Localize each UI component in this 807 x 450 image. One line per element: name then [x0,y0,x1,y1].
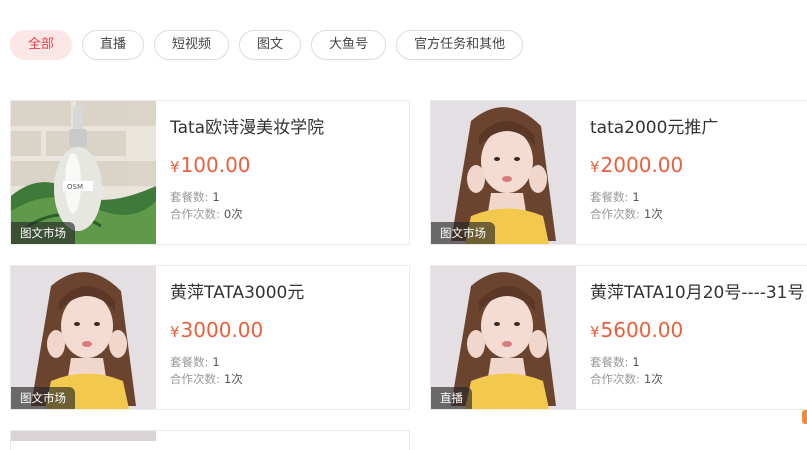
filter-short-video[interactable]: 短视频 [154,30,230,60]
product-card-partial[interactable] [10,430,410,450]
cooperation-count: 合作次数: 1次 [170,371,243,387]
card-title[interactable]: tata2000元推广 [590,113,718,138]
card-price: ¥100.00 [170,153,251,177]
cooperation-count-label: 合作次数: [170,207,220,221]
package-count-label: 套餐数: [590,355,629,369]
package-count-label: 套餐数: [170,355,209,369]
product-image: 图文市场 [11,266,156,409]
filter-official-tasks[interactable]: 官方任务和其他 [396,30,524,60]
package-count: 套餐数: 1 [590,189,640,205]
card-title[interactable]: 黄萍TATA10月20号----31号 [590,278,805,303]
channel-tag: 图文市场 [11,222,75,244]
filter-bar: 全部 直播 短视频 图文 大鱼号 官方任务和其他 [10,30,524,60]
cooperation-count-value: 1次 [223,372,243,386]
currency-symbol: ¥ [590,158,600,176]
cooperation-count-value: 1次 [643,207,663,221]
cooperation-count-value: 1次 [643,372,663,386]
price-value: 2000.00 [600,153,684,177]
price-value: 100.00 [180,153,251,177]
svg-text:OSM: OSM [67,183,83,191]
floating-widget-icon[interactable] [802,410,807,424]
product-image: 直播 [431,266,576,409]
card-price: ¥2000.00 [590,153,683,177]
package-count-label: 套餐数: [590,190,629,204]
cooperation-count-label: 合作次数: [590,207,640,221]
channel-tag: 图文市场 [11,387,75,409]
product-image: 图文市场 [431,101,576,244]
channel-tag: 图文市场 [431,222,495,244]
package-count-value: 1 [212,355,220,369]
filter-all[interactable]: 全部 [10,30,73,60]
filter-dayu[interactable]: 大鱼号 [311,30,387,60]
product-card[interactable]: 图文市场 黄萍TATA3000元 ¥3000.00 套餐数: 1 合作次数: 1次 [10,265,410,410]
package-count-value: 1 [212,190,220,204]
product-card[interactable]: 直播 黄萍TATA10月20号----31号 ¥5600.00 套餐数: 1 合作… [430,265,807,410]
price-value: 5600.00 [600,318,684,342]
product-card[interactable]: 图文市场 tata2000元推广 ¥2000.00 套餐数: 1 合作次数: 1次 [430,100,807,245]
price-value: 3000.00 [180,318,264,342]
cooperation-count-value: 0次 [223,207,243,221]
cooperation-count: 合作次数: 0次 [170,206,243,222]
package-count: 套餐数: 1 [170,354,220,370]
card-price: ¥5600.00 [590,318,683,342]
cooperation-count: 合作次数: 1次 [590,206,663,222]
currency-symbol: ¥ [170,158,180,176]
cooperation-count-label: 合作次数: [590,372,640,386]
card-title[interactable]: Tata欧诗漫美妆学院 [170,113,324,138]
package-count: 套餐数: 1 [590,354,640,370]
filter-image-text[interactable]: 图文 [239,30,302,60]
package-count: 套餐数: 1 [170,189,220,205]
product-image: OSM 图文市场 [11,101,156,244]
card-title[interactable]: 黄萍TATA3000元 [170,278,304,303]
channel-tag: 直播 [431,387,472,409]
cooperation-count-label: 合作次数: [170,372,220,386]
currency-symbol: ¥ [590,323,600,341]
package-count-value: 1 [632,355,640,369]
cooperation-count: 合作次数: 1次 [590,371,663,387]
package-count-label: 套餐数: [170,190,209,204]
package-count-value: 1 [632,190,640,204]
currency-symbol: ¥ [170,323,180,341]
card-price: ¥3000.00 [170,318,263,342]
filter-live[interactable]: 直播 [82,30,145,60]
product-card[interactable]: OSM 图文市场 Tata欧诗漫美妆学院 ¥100.00 套餐数: 1 合作次数:… [10,100,410,245]
product-image [11,431,156,441]
